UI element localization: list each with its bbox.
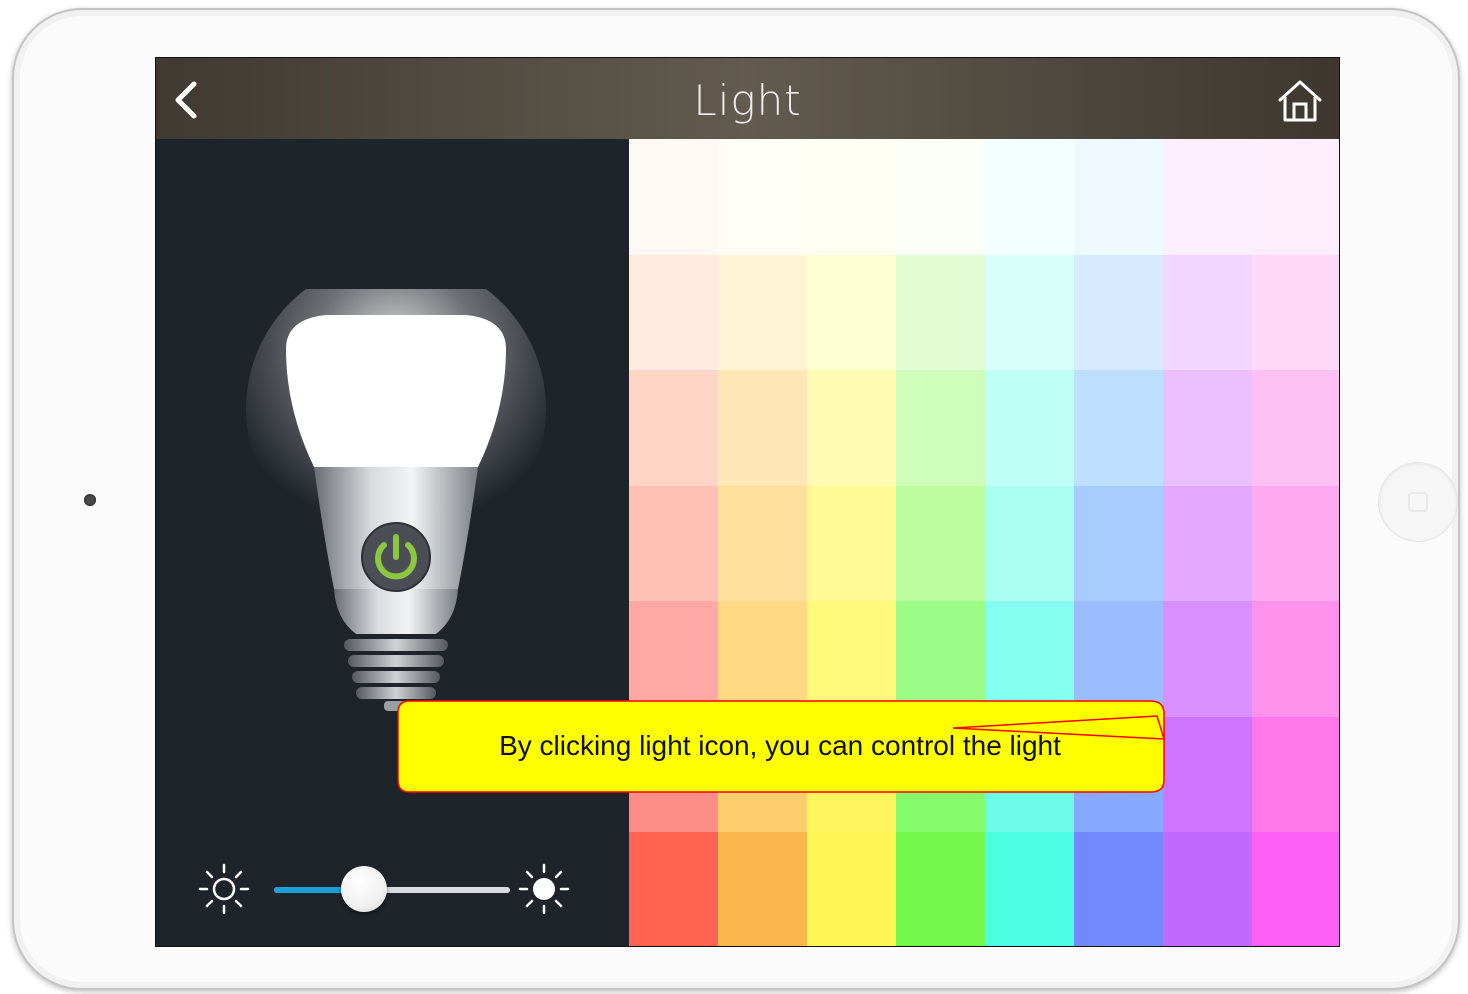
color-swatch[interactable] [1163, 254, 1252, 371]
color-swatch[interactable] [718, 139, 807, 255]
brightness-track[interactable] [274, 887, 510, 893]
color-swatch[interactable] [1074, 370, 1163, 486]
color-swatch[interactable] [1252, 832, 1339, 946]
color-swatch[interactable] [629, 370, 718, 486]
color-swatch[interactable] [718, 370, 807, 486]
color-swatch[interactable] [896, 832, 985, 946]
title-bar: Light [156, 58, 1339, 139]
color-swatch[interactable] [896, 139, 985, 255]
color-swatch[interactable] [896, 370, 985, 486]
color-swatch[interactable] [807, 254, 896, 371]
color-swatch[interactable] [629, 485, 718, 602]
color-swatch[interactable] [807, 832, 896, 946]
brightness-slider-row [196, 849, 576, 929]
color-swatch[interactable] [896, 254, 985, 371]
color-swatch[interactable] [896, 485, 985, 602]
color-swatch[interactable] [629, 832, 718, 946]
sun-outline-icon [198, 863, 250, 915]
color-swatch[interactable] [1163, 370, 1252, 486]
color-swatch[interactable] [985, 832, 1074, 946]
bulb-illustration [246, 259, 546, 711]
front-camera [84, 494, 96, 506]
color-swatch[interactable] [1074, 254, 1163, 371]
device-home-button[interactable] [1378, 462, 1458, 542]
color-swatch[interactable] [1074, 485, 1163, 602]
color-swatch[interactable] [1252, 370, 1339, 486]
color-swatch[interactable] [629, 139, 718, 255]
color-swatch[interactable] [1163, 832, 1252, 946]
color-swatch[interactable] [718, 485, 807, 602]
color-swatch[interactable] [1252, 601, 1339, 717]
color-swatch[interactable] [718, 254, 807, 371]
app-screen: Light [155, 57, 1340, 947]
color-swatch[interactable] [1252, 485, 1339, 602]
home-nav-button[interactable] [1275, 76, 1325, 126]
color-swatch[interactable] [1163, 716, 1252, 833]
color-swatch[interactable] [985, 485, 1074, 602]
color-swatch[interactable] [807, 139, 896, 255]
color-swatch[interactable] [807, 370, 896, 486]
color-palette [629, 139, 1339, 946]
color-swatch[interactable] [1252, 139, 1339, 255]
color-swatch[interactable] [1163, 601, 1252, 717]
power-button[interactable] [361, 522, 431, 592]
color-swatch[interactable] [1163, 139, 1252, 255]
tooltip-callout: By clicking light icon, you can control … [397, 700, 1165, 793]
color-swatch[interactable] [985, 254, 1074, 371]
brightness-thumb[interactable] [340, 866, 387, 912]
color-swatch[interactable] [1163, 485, 1252, 602]
color-swatch[interactable] [1252, 716, 1339, 833]
tooltip-text: By clicking light icon, you can control … [499, 730, 1061, 761]
page-title: Light [693, 76, 802, 125]
bulb-panel [156, 139, 629, 946]
light-bulb[interactable] [246, 259, 546, 729]
color-swatch[interactable] [1074, 139, 1163, 255]
color-swatch[interactable] [1074, 832, 1163, 946]
sun-filled-icon [518, 863, 570, 915]
home-icon [1278, 80, 1322, 122]
color-swatch[interactable] [985, 370, 1074, 486]
color-swatch[interactable] [985, 139, 1074, 255]
home-button-square-icon [1408, 492, 1428, 512]
color-swatch[interactable] [1252, 254, 1339, 371]
color-swatch[interactable] [718, 832, 807, 946]
color-swatch[interactable] [629, 254, 718, 371]
color-swatch[interactable] [807, 485, 896, 602]
